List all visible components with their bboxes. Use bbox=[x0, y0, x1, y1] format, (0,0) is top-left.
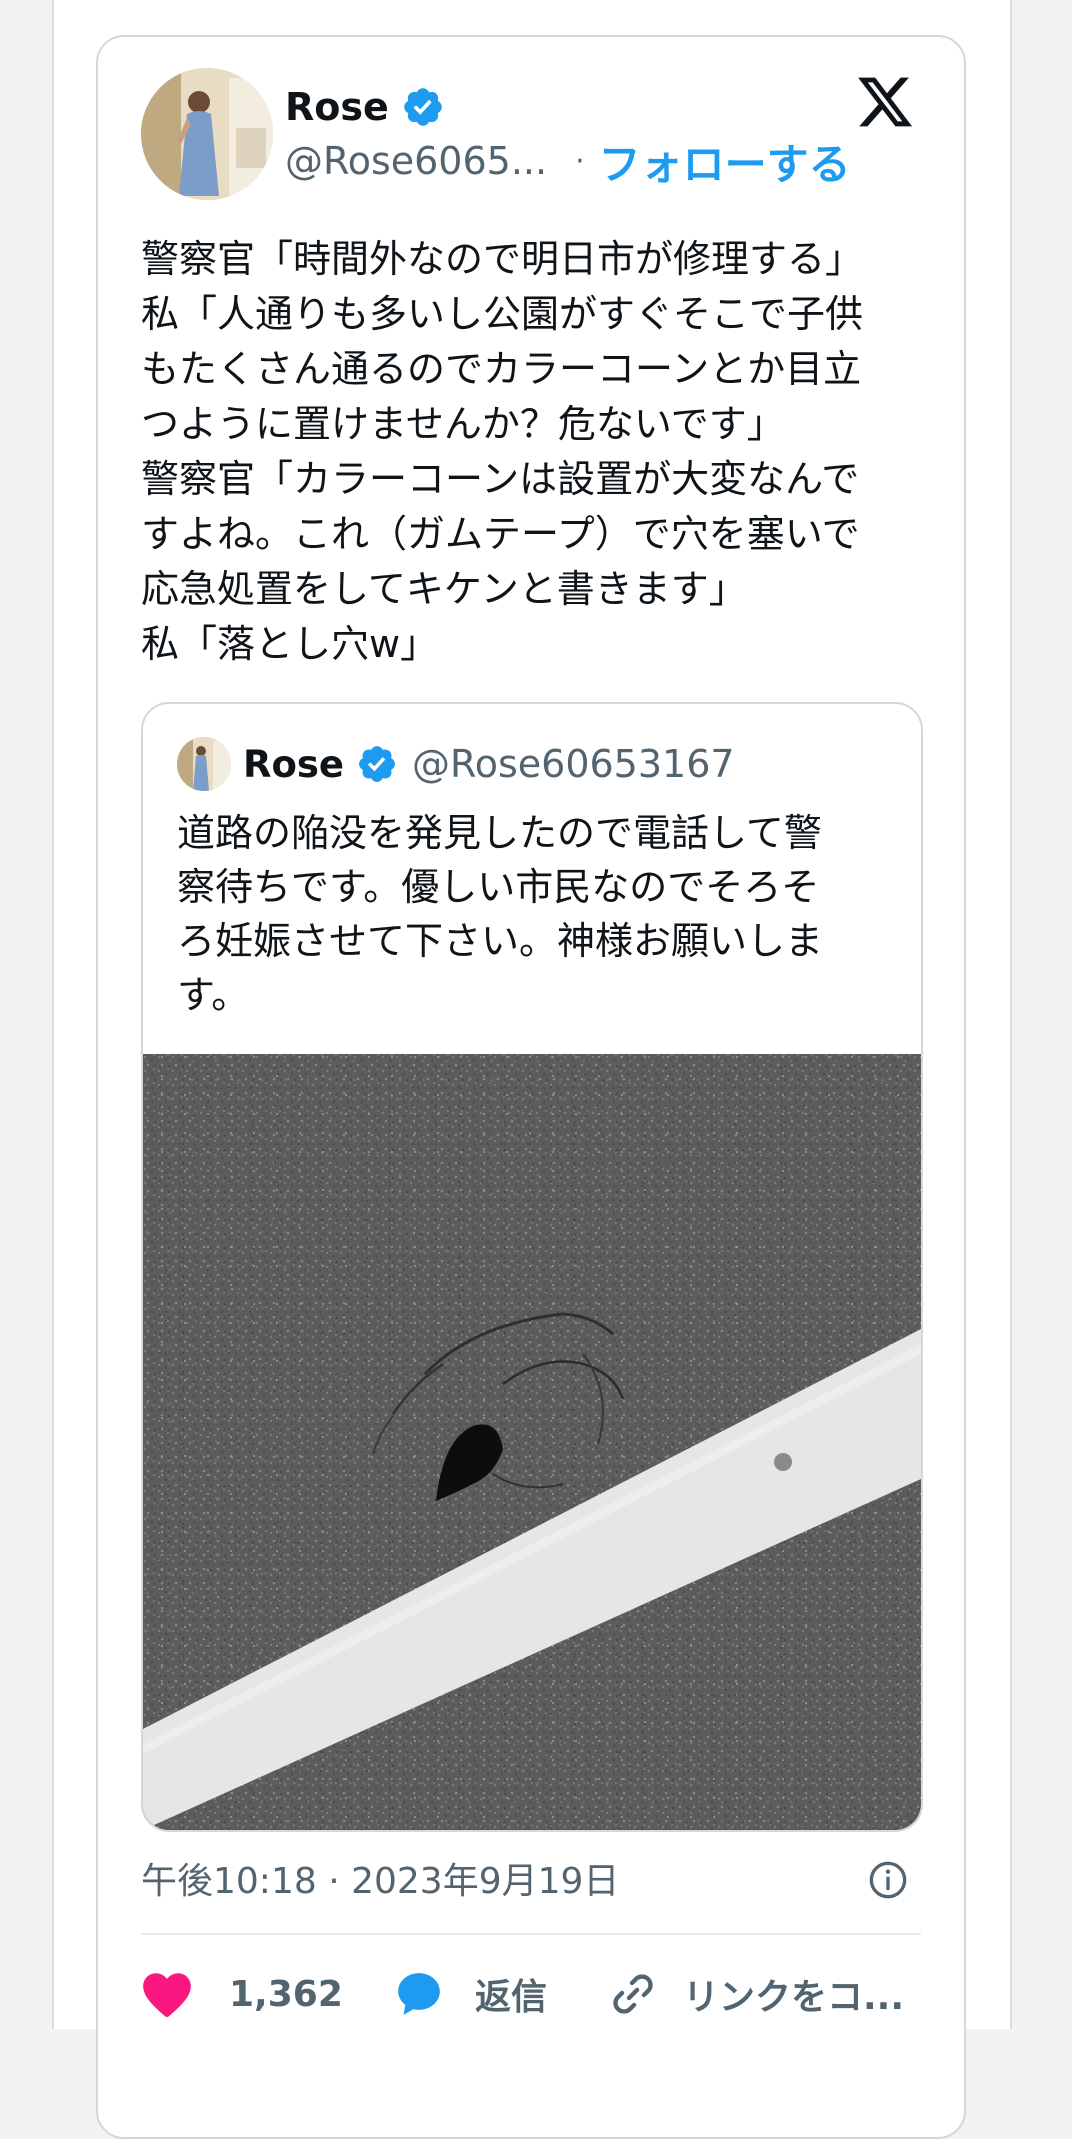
copy-link-label: リンクをコ... bbox=[683, 1977, 905, 2018]
author-name[interactable]: Rose bbox=[285, 85, 389, 129]
verified-badge-icon bbox=[403, 88, 442, 126]
tweet-line: 警察官「時間外なので明日市が修理する」 bbox=[141, 237, 864, 281]
quoted-tweet[interactable]: Rose @Rose60653167 道路の陥没を発見したので電話して警 察待ち… bbox=[141, 702, 923, 1832]
like-button[interactable]: 1,362 bbox=[141, 1958, 343, 2030]
quote-line: ろ妊娠させて下さい。神様お願いしま bbox=[177, 919, 824, 963]
quote-author-avatar bbox=[177, 737, 231, 791]
quote-author-row: Rose @Rose60653167 bbox=[243, 734, 735, 794]
tweet-line: 私「落とし穴w」 bbox=[141, 622, 439, 666]
quote-line: 道路の陥没を発見したので電話して警 bbox=[177, 811, 822, 855]
road-pothole-photo[interactable] bbox=[143, 1054, 921, 1830]
quote-line: 察待ちです。優しい市民なのでそろそ bbox=[177, 865, 820, 909]
tweet-line: つように置けませんか？危ないです」 bbox=[141, 402, 785, 446]
author-handle-row: @Rose6065... · フォローする bbox=[285, 136, 851, 189]
link-icon bbox=[613, 1974, 653, 2014]
quote-line: す。 bbox=[177, 973, 250, 1017]
quote-text: 道路の陥没を発見したので電話して警 察待ちです。優しい市民なのでそろそ ろ妊娠さ… bbox=[177, 806, 897, 1022]
copy-link-button[interactable]: リンクをコ... bbox=[609, 1958, 904, 2030]
tweet-line: 警察官「カラーコーンは設置が大変なんで bbox=[141, 457, 860, 501]
divider bbox=[141, 1933, 921, 1935]
tweet-line: 私「人通りも多いし公園がすぐそこで子供 bbox=[141, 292, 864, 336]
tweet-line: もたくさん通るのでカラーコーンとか目立 bbox=[141, 347, 862, 391]
tweet-line: すよね。これ（ガムテープ）で穴を塞いで bbox=[141, 512, 860, 556]
quote-author-handle: @Rose60653167 bbox=[412, 742, 735, 786]
tweet-actions: 1,362 返信 リンクをコ... bbox=[141, 1958, 941, 2030]
reply-button[interactable]: 返信 bbox=[393, 1958, 547, 2030]
follow-button[interactable]: フォローする bbox=[599, 131, 851, 192]
author-name-row: Rose bbox=[285, 80, 445, 134]
reply-bubble-icon bbox=[398, 1973, 440, 2015]
reply-label: 返信 bbox=[475, 1977, 548, 2018]
tweet-timestamp[interactable]: 午後10:18 · 2023年9月19日 bbox=[141, 1852, 619, 1904]
tweet-line: 応急処置をしてキケンと書きます」 bbox=[141, 567, 747, 611]
heart-icon bbox=[143, 1973, 191, 2017]
verified-badge-icon bbox=[359, 746, 395, 782]
like-count: 1,362 bbox=[229, 1973, 343, 2015]
quote-author-name: Rose bbox=[243, 742, 345, 786]
author-avatar[interactable] bbox=[141, 68, 273, 200]
tweet-text: 警察官「時間外なので明日市が修理する」 私「人通りも多いし公園がすぐそこで子供 … bbox=[141, 232, 921, 672]
info-icon[interactable] bbox=[868, 1860, 908, 1900]
separator-dot: · bbox=[575, 143, 585, 179]
x-logo-icon[interactable] bbox=[854, 72, 916, 132]
author-handle[interactable]: @Rose6065... bbox=[285, 139, 547, 183]
